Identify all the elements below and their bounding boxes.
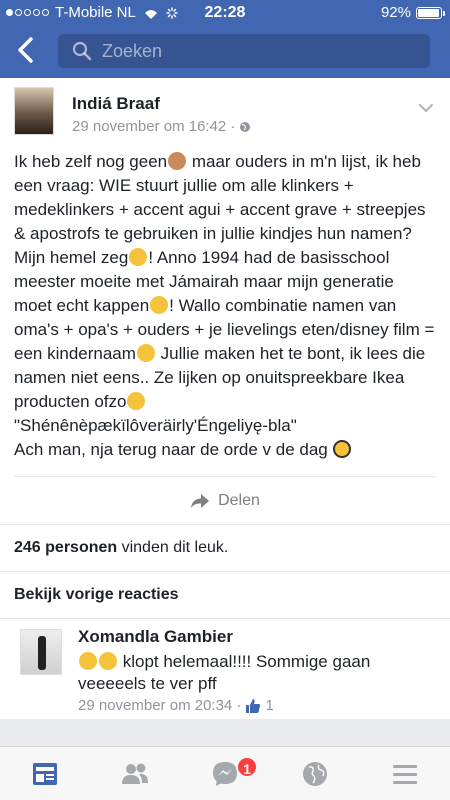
chevron-down-icon[interactable] [418, 100, 434, 116]
confused-emoji-icon [129, 248, 148, 266]
post-text-part: "Shénênèpækïlôveräirly'Éngeliyę-bla" Ach… [14, 416, 328, 459]
comment-like-count: 1 [265, 697, 274, 714]
post-text-part: Ik heb zelf nog geen [14, 152, 168, 171]
back-arrow-icon[interactable] [14, 36, 38, 64]
top-bar: T-Mobile NL 22:28 92% Zoeken [0, 0, 450, 78]
expressionless-emoji-icon [136, 344, 155, 362]
comment-item: Xomandla Gambier klopt helemaal!!!! Somm… [0, 619, 450, 719]
battery: 92% [380, 4, 445, 21]
share-button[interactable]: Delen [14, 476, 436, 524]
worried-emoji-icon [127, 392, 146, 410]
friend-requests-icon[interactable] [120, 759, 150, 789]
post-header: Indiá Braaf 29 november om 16:42 · [0, 78, 450, 144]
commenter-avatar[interactable] [20, 629, 62, 675]
baby-emoji-icon [168, 152, 187, 170]
comment-text-body: klopt helemaal!!!! Sommige gaan veeeeels… [78, 652, 371, 693]
author-avatar[interactable] [14, 87, 54, 135]
post-timestamp[interactable]: 29 november om 16:42 · [72, 118, 235, 135]
messenger-badge: 1 [236, 756, 258, 778]
laughing-emoji-icon [99, 652, 117, 670]
nerd-emoji-icon [333, 440, 352, 458]
menu-icon[interactable] [390, 759, 420, 789]
search-icon [72, 41, 92, 61]
comment-meta: 29 november om 20:34 · 1 [78, 697, 274, 714]
news-feed-icon[interactable] [30, 759, 60, 789]
view-previous-comments[interactable]: Bekijk vorige reacties [0, 572, 450, 618]
post-card: Indiá Braaf 29 november om 16:42 · Ik he… [0, 78, 450, 719]
share-icon [191, 493, 210, 508]
unamused-emoji-icon [150, 296, 169, 314]
comment-text: klopt helemaal!!!! Sommige gaan veeeeels… [78, 651, 418, 695]
battery-percent: 92% [380, 4, 411, 21]
likes-count: 246 personen [14, 539, 118, 556]
likes-summary[interactable]: 246 personen vinden dit leuk. [0, 525, 450, 571]
post-author[interactable]: Indiá Braaf [72, 94, 160, 114]
bottom-tab-bar [0, 746, 450, 800]
battery-icon [416, 6, 445, 19]
laughing-emoji-icon [79, 652, 97, 670]
globe-icon [240, 121, 251, 132]
comment-author[interactable]: Xomandla Gambier [78, 627, 233, 647]
thumbs-up-icon [246, 698, 261, 713]
post-text: Ik heb zelf nog geen maar ouders in m'n … [0, 144, 450, 462]
search-bar[interactable]: Zoeken [58, 34, 430, 68]
status-bar: T-Mobile NL 22:28 92% [0, 0, 450, 26]
share-label: Delen [218, 491, 260, 509]
notifications-globe-icon[interactable] [300, 759, 330, 789]
likes-suffix: vinden dit leuk. [117, 539, 229, 556]
search-placeholder: Zoeken [102, 40, 163, 61]
comment-timestamp: 29 november om 20:34 · [78, 697, 242, 714]
post-meta: 29 november om 16:42 · [72, 118, 251, 135]
